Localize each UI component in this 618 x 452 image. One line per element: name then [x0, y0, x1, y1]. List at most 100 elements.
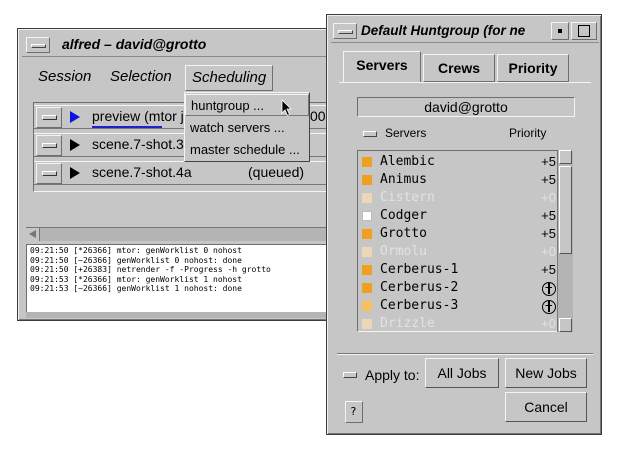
menu-item-master-schedule[interactable]: master schedule ...	[185, 139, 309, 161]
minimize-icon	[558, 29, 562, 33]
job-play-button[interactable]	[62, 107, 88, 128]
server-name: Cistern	[380, 190, 435, 205]
server-state-indicator[interactable]	[362, 319, 372, 329]
separator	[337, 353, 593, 355]
job-list-hscroll[interactable]	[26, 227, 336, 241]
server-state-indicator[interactable]	[362, 211, 372, 221]
job-play-button[interactable]	[62, 163, 88, 184]
scroll-thumb[interactable]	[559, 166, 572, 254]
mouse-pointer-icon	[281, 99, 292, 117]
server-state-indicator[interactable]	[362, 229, 372, 239]
server-name: Cerberus-2	[380, 280, 459, 295]
log-line: 09:21:50 [*26366] mtor: genWorklist 0 no…	[30, 246, 242, 255]
servers-toggle[interactable]	[363, 131, 377, 137]
window-menu-icon	[31, 44, 46, 48]
server-state-indicator[interactable]	[362, 301, 372, 311]
window-menu-button[interactable]	[333, 23, 357, 39]
log-hscroll[interactable]	[26, 312, 336, 318]
maximize-icon	[578, 25, 590, 37]
menu-session[interactable]: Session	[32, 65, 97, 91]
user-field[interactable]: david@grotto	[357, 97, 575, 117]
job-stop-button[interactable]	[36, 163, 62, 184]
server-state-indicator[interactable]	[362, 247, 372, 257]
server-row[interactable]: Ormolu +0	[358, 243, 558, 261]
server-state-indicator[interactable]	[362, 283, 372, 293]
stop-icon	[42, 115, 57, 120]
server-state-indicator[interactable]	[362, 193, 372, 203]
server-priority: +0	[541, 190, 556, 205]
server-name: Alembic	[380, 154, 435, 169]
menu-selection[interactable]: Selection	[104, 65, 178, 91]
log-line: 09:21:53 [~26366] genWorklist 1 nohost: …	[30, 284, 242, 294]
all-jobs-button[interactable]: All Jobs	[425, 358, 499, 388]
log-line: 09:21:50 [+26383] netrender -f -Progress…	[30, 265, 271, 275]
server-row[interactable]: Animus +5	[358, 171, 558, 189]
cancel-button[interactable]: Cancel	[505, 392, 587, 422]
server-priority: +0	[541, 244, 556, 259]
server-priority: +0	[541, 316, 556, 331]
alfred-titlebar[interactable]: alfred – david@grotto	[22, 33, 340, 57]
menu-scheduling[interactable]: Scheduling	[185, 65, 274, 91]
server-state-indicator[interactable]	[362, 175, 372, 185]
log-output[interactable]: 09:21:50 [*26366] mtor: genWorklist 0 no…	[26, 244, 336, 312]
huntgroup-title: Default Huntgroup (for ne	[361, 23, 526, 38]
huntgroup-titlebar[interactable]: Default Huntgroup (for ne	[331, 19, 599, 43]
peace-icon	[542, 298, 556, 314]
server-row[interactable]: Cistern +0	[358, 189, 558, 207]
server-row[interactable]: Drizzle +0	[358, 315, 558, 333]
log-line: 09:21:53 [*26366] mtor: genWorklist 1 no…	[30, 274, 242, 284]
tab-servers[interactable]: Servers	[343, 51, 421, 83]
scroll-down-button[interactable]	[559, 318, 572, 332]
stop-icon	[42, 171, 57, 176]
job-name[interactable]: preview (mtor j	[92, 108, 184, 124]
job-row[interactable]: scene.7-shot.4a (queued)	[34, 161, 334, 185]
job-progress-bar	[92, 126, 162, 128]
tab-crews[interactable]: Crews	[423, 54, 495, 82]
arrow-left-icon	[29, 230, 36, 238]
job-play-button[interactable]	[62, 135, 88, 156]
help-button[interactable]: ?	[345, 401, 363, 423]
menu-item-watch-servers[interactable]: watch servers ...	[185, 117, 309, 139]
server-list-vscroll[interactable]	[557, 150, 573, 332]
minimize-button[interactable]	[551, 22, 569, 40]
server-row[interactable]: Cerberus-3	[358, 297, 558, 315]
play-icon	[70, 167, 80, 179]
server-row[interactable]: Codger +5	[358, 207, 558, 225]
peace-symbol-icon	[542, 299, 556, 314]
window-menu-icon	[338, 30, 353, 34]
server-priority: +5	[541, 226, 556, 241]
job-name[interactable]: scene.7-shot.4a	[92, 164, 192, 180]
server-name: Drizzle	[380, 316, 435, 331]
scroll-up-button[interactable]	[559, 150, 572, 164]
server-name: Animus	[380, 172, 427, 187]
new-jobs-button[interactable]: New Jobs	[505, 358, 587, 388]
server-row[interactable]: Cerberus-2	[358, 279, 558, 297]
window-menu-button[interactable]	[26, 37, 50, 53]
server-priority: +5	[541, 154, 556, 169]
server-state-indicator[interactable]	[362, 265, 372, 275]
help-icon: ?	[350, 405, 357, 418]
server-row[interactable]: Alembic +5	[358, 153, 558, 171]
server-name: Cerberus-1	[380, 262, 459, 277]
server-row[interactable]: Cerberus-1 +5	[358, 261, 558, 279]
server-name: Cerberus-3	[380, 298, 459, 313]
server-list[interactable]: Alembic +5 Animus +5 Cistern +0 Codger +5 Grotto…	[357, 150, 573, 332]
servers-column-label: Servers	[385, 126, 427, 140]
server-row[interactable]: Grotto +5	[358, 225, 558, 243]
server-name: Ormolu	[380, 244, 427, 259]
job-stop-button[interactable]	[36, 135, 62, 156]
alfred-title: alfred – david@grotto	[62, 36, 207, 52]
server-state-indicator[interactable]	[362, 157, 372, 167]
log-line: 09:21:50 [~26366] genWorklist 0 nohost: …	[30, 255, 242, 265]
tab-priority[interactable]: Priority	[497, 54, 569, 82]
play-icon	[70, 111, 80, 123]
play-icon	[70, 139, 80, 151]
maximize-button[interactable]	[571, 22, 597, 40]
peace-symbol-icon	[542, 281, 556, 296]
apply-toggle[interactable]	[343, 372, 357, 378]
scheduling-dropdown: huntgroup ... watch servers ... master s…	[184, 92, 310, 162]
priority-column-label: Priority	[509, 126, 547, 140]
job-name[interactable]: scene.7-shot.3	[92, 136, 184, 152]
job-stop-button[interactable]	[36, 107, 62, 128]
scroll-left-button[interactable]	[26, 228, 40, 241]
